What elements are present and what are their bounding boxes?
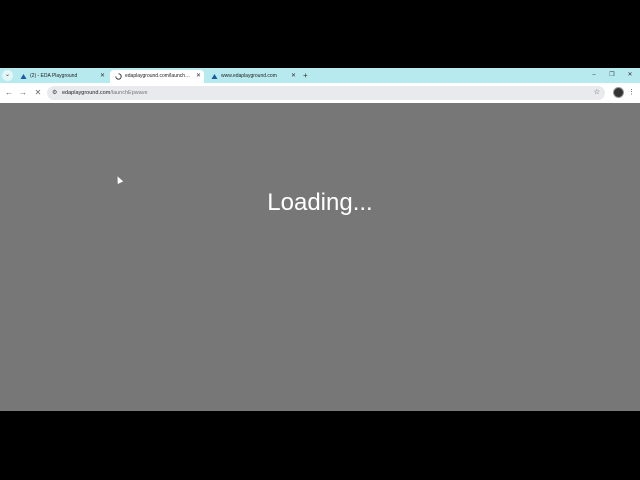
eda-playground-favicon-icon <box>211 74 218 79</box>
window-close-icon[interactable]: ✕ <box>621 68 639 83</box>
browser-toolbar: ← → ✕ ⚙ edaplayground.com/launchEpwave ☆… <box>0 83 640 103</box>
tab-title: (2) - EDA Playground <box>30 73 78 79</box>
forward-icon[interactable]: → <box>17 87 29 99</box>
close-tab-icon[interactable]: ✕ <box>100 70 105 83</box>
more-menu-icon[interactable]: ⋮ <box>628 87 635 98</box>
browser-window: ⌄ (2) - EDA Playground ✕ edaplayground.c… <box>0 68 640 411</box>
tab-www-edaplayground[interactable]: www.edaplayground.com ✕ <box>206 70 299 83</box>
back-icon[interactable]: ← <box>3 87 15 99</box>
url-domain: edaplayground.com <box>62 90 111 96</box>
bookmark-star-icon[interactable]: ☆ <box>594 86 600 100</box>
url-path: /launchEpwave <box>110 90 148 96</box>
close-tab-icon[interactable]: ✕ <box>196 70 201 83</box>
close-tab-icon[interactable]: ✕ <box>291 70 296 83</box>
tab-title: edaplayground.com/launchEpwave <box>125 73 192 79</box>
new-tab-icon[interactable]: + <box>303 69 308 82</box>
profile-avatar[interactable] <box>613 87 624 98</box>
tab-search-icon[interactable]: ⌄ <box>2 70 13 81</box>
tab-strip: ⌄ (2) - EDA Playground ✕ edaplayground.c… <box>0 68 640 83</box>
url-text: edaplayground.com/launchEpwave <box>62 86 148 100</box>
tab-eda-playground[interactable]: (2) - EDA Playground ✕ <box>15 70 108 83</box>
tab-launch-epwave[interactable]: edaplayground.com/launchEpwave ✕ <box>110 70 204 83</box>
stop-loading-icon[interactable]: ✕ <box>32 87 44 99</box>
tab-title: www.edaplayground.com <box>221 73 277 79</box>
eda-playground-favicon-icon <box>20 74 27 79</box>
loading-spinner-icon <box>115 73 122 80</box>
minimize-icon[interactable]: – <box>585 68 603 83</box>
mouse-cursor-icon <box>114 175 124 184</box>
site-info-icon[interactable]: ⚙ <box>52 88 57 98</box>
restore-icon[interactable]: ❐ <box>603 68 621 83</box>
page-content: Loading... <box>0 103 640 411</box>
loading-text: Loading... <box>267 189 373 216</box>
address-bar[interactable]: ⚙ edaplayground.com/launchEpwave ☆ <box>47 86 605 100</box>
